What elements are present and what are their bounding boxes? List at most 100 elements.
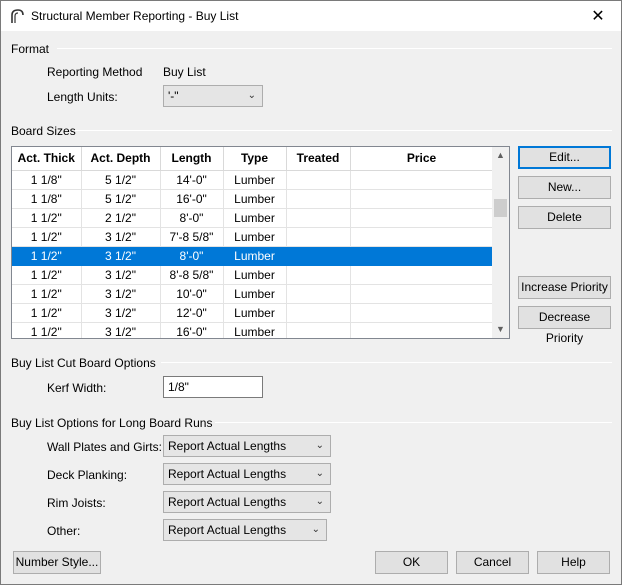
reporting-method-label: Reporting Method [47,65,143,79]
cell-price [350,208,494,228]
cell-act-thick: 1 1/2" [12,246,82,266]
cell-act-depth: 3 1/2" [81,227,161,247]
cell-act-thick: 1 1/2" [12,303,82,323]
cell-price [350,246,494,266]
board-sizes-table[interactable]: Act. Thick Act. Depth Length Type Treate… [11,146,510,339]
format-section-label: Format [11,42,50,56]
table-row[interactable]: 1 1/2" 2 1/2" 8'-0" Lumber [12,208,494,228]
cell-length: 8'-0" [160,208,224,228]
chevron-down-icon: ⌄ [315,440,324,451]
length-units-dropdown[interactable]: '-" ⌄ [163,85,263,107]
cell-type: Lumber [223,170,287,190]
table-vertical-scrollbar[interactable]: ▲ ▼ [492,147,509,338]
table-row[interactable]: 1 1/2" 3 1/2" 12'-0" Lumber [12,303,494,323]
cell-price [350,265,494,285]
cell-act-thick: 1 1/2" [12,227,82,247]
dialog-window: Structural Member Reporting - Buy List ✕… [0,0,622,585]
delete-button[interactable]: Delete [518,206,611,229]
ok-button[interactable]: OK [375,551,448,574]
cell-act-thick: 1 1/2" [12,284,82,304]
cell-treated [286,208,351,228]
cell-type: Lumber [223,246,287,266]
table-header-row: Act. Thick Act. Depth Length Type Treate… [12,147,494,171]
scroll-up-arrow-icon[interactable]: ▲ [492,147,509,164]
app-arch-icon [11,9,24,23]
column-header-treated[interactable]: Treated [286,147,351,171]
new-button[interactable]: New... [518,176,611,199]
cell-treated [286,227,351,247]
cell-price [350,284,494,304]
cell-type: Lumber [223,189,287,209]
number-style-button[interactable]: Number Style... [13,551,101,574]
help-button[interactable]: Help [537,551,610,574]
cell-act-depth: 3 1/2" [81,265,161,285]
cell-treated [286,303,351,323]
cell-price [350,189,494,209]
cell-length: 16'-0" [160,322,224,338]
long-runs-section-label: Buy List Options for Long Board Runs [11,416,213,430]
cancel-button[interactable]: Cancel [456,551,529,574]
cell-act-thick: 1 1/2" [12,265,82,285]
table-row[interactable]: 1 1/2" 3 1/2" 7'-8 5/8" Lumber [12,227,494,247]
cell-type: Lumber [223,284,287,304]
edit-button[interactable]: Edit... [518,146,611,169]
other-value: Report Actual Lengths [168,523,287,537]
deck-planking-dropdown[interactable]: Report Actual Lengths ⌄ [163,463,331,485]
cell-type: Lumber [223,227,287,247]
chevron-down-icon: ⌄ [315,496,324,507]
cell-treated [286,189,351,209]
column-header-act-depth[interactable]: Act. Depth [81,147,161,171]
cell-length: 12'-0" [160,303,224,323]
cell-act-depth: 2 1/2" [81,208,161,228]
cell-length: 7'-8 5/8" [160,227,224,247]
chevron-down-icon: ⌄ [315,468,324,479]
table-row[interactable]: 1 1/2" 3 1/2" 8'-8 5/8" Lumber [12,265,494,285]
close-button[interactable]: ✕ [575,1,621,31]
cell-type: Lumber [223,208,287,228]
rim-joists-value: Report Actual Lengths [168,495,287,509]
cell-type: Lumber [223,265,287,285]
deck-planking-label: Deck Planking: [47,468,128,482]
cell-act-thick: 1 1/8" [12,170,82,190]
length-units-value: '-" [168,89,179,103]
wall-plates-label: Wall Plates and Girts: [47,440,162,454]
cell-act-thick: 1 1/2" [12,322,82,338]
rim-joists-dropdown[interactable]: Report Actual Lengths ⌄ [163,491,331,513]
cell-treated [286,284,351,304]
table-row[interactable]: 1 1/2" 3 1/2" 10'-0" Lumber [12,284,494,304]
long-runs-divider [215,422,612,423]
cut-options-section-label: Buy List Cut Board Options [11,356,156,370]
cell-act-depth: 3 1/2" [81,284,161,304]
scroll-down-arrow-icon[interactable]: ▼ [492,321,509,338]
column-header-length[interactable]: Length [160,147,224,171]
other-dropdown[interactable]: Report Actual Lengths ⌄ [163,519,327,541]
cell-price [350,170,494,190]
cell-length: 8'-0" [160,246,224,266]
cell-treated [286,246,351,266]
column-header-type[interactable]: Type [223,147,287,171]
title-bar: Structural Member Reporting - Buy List ✕ [1,1,621,31]
cell-type: Lumber [223,322,287,338]
close-icon: ✕ [591,8,605,25]
chevron-down-icon: ⌄ [247,90,256,101]
table-row[interactable]: 1 1/8" 5 1/2" 16'-0" Lumber [12,189,494,209]
cell-length: 14'-0" [160,170,224,190]
table-row-selected[interactable]: 1 1/2" 3 1/2" 8'-0" Lumber [12,246,494,266]
scrollbar-thumb[interactable] [494,199,507,217]
column-header-price[interactable]: Price [350,147,494,171]
reporting-method-value: Buy List [163,65,206,79]
chevron-down-icon: ⌄ [311,524,320,535]
column-header-act-thick[interactable]: Act. Thick [12,147,82,171]
increase-priority-button[interactable]: Increase Priority [518,276,611,299]
table-row[interactable]: 1 1/2" 3 1/2" 16'-0" Lumber [12,322,494,338]
wall-plates-dropdown[interactable]: Report Actual Lengths ⌄ [163,435,331,457]
decrease-priority-button[interactable]: Decrease Priority [518,306,611,345]
window-title: Structural Member Reporting - Buy List [31,9,239,23]
wall-plates-value: Report Actual Lengths [168,439,287,453]
kerf-width-input[interactable]: 1/8" [163,376,263,398]
table-row[interactable]: 1 1/8" 5 1/2" 14'-0" Lumber [12,170,494,190]
cell-act-depth: 5 1/2" [81,170,161,190]
cell-act-depth: 3 1/2" [81,322,161,338]
format-divider [57,48,612,49]
cell-act-depth: 3 1/2" [81,246,161,266]
